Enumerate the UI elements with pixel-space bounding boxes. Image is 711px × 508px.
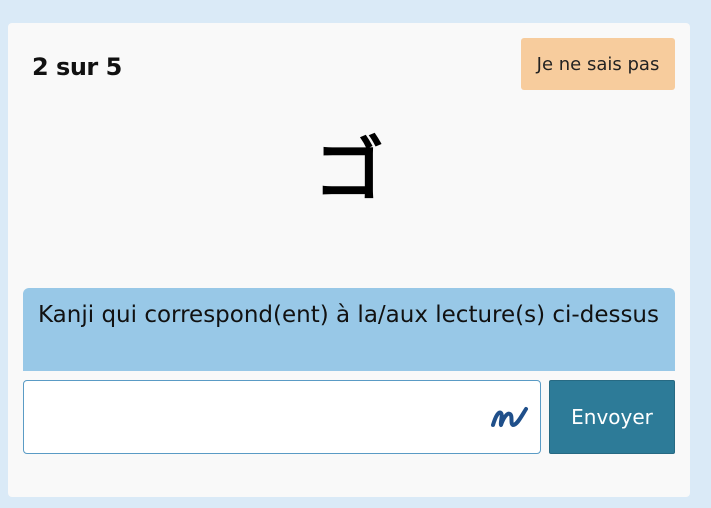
- answer-field-container: [23, 380, 541, 454]
- question-prompt: Kanji qui correspond(ent) à la/aux lectu…: [23, 288, 675, 371]
- progress-counter: 2 sur 5: [32, 53, 122, 81]
- handwriting-icon[interactable]: [490, 401, 530, 435]
- quiz-card: 2 sur 5 Je ne sais pas ゴ Kanji qui corre…: [8, 23, 690, 497]
- submit-button[interactable]: Envoyer: [549, 380, 675, 454]
- answer-input[interactable]: [34, 391, 478, 445]
- dont-know-button[interactable]: Je ne sais pas: [521, 38, 675, 90]
- question-character: ゴ: [314, 129, 384, 211]
